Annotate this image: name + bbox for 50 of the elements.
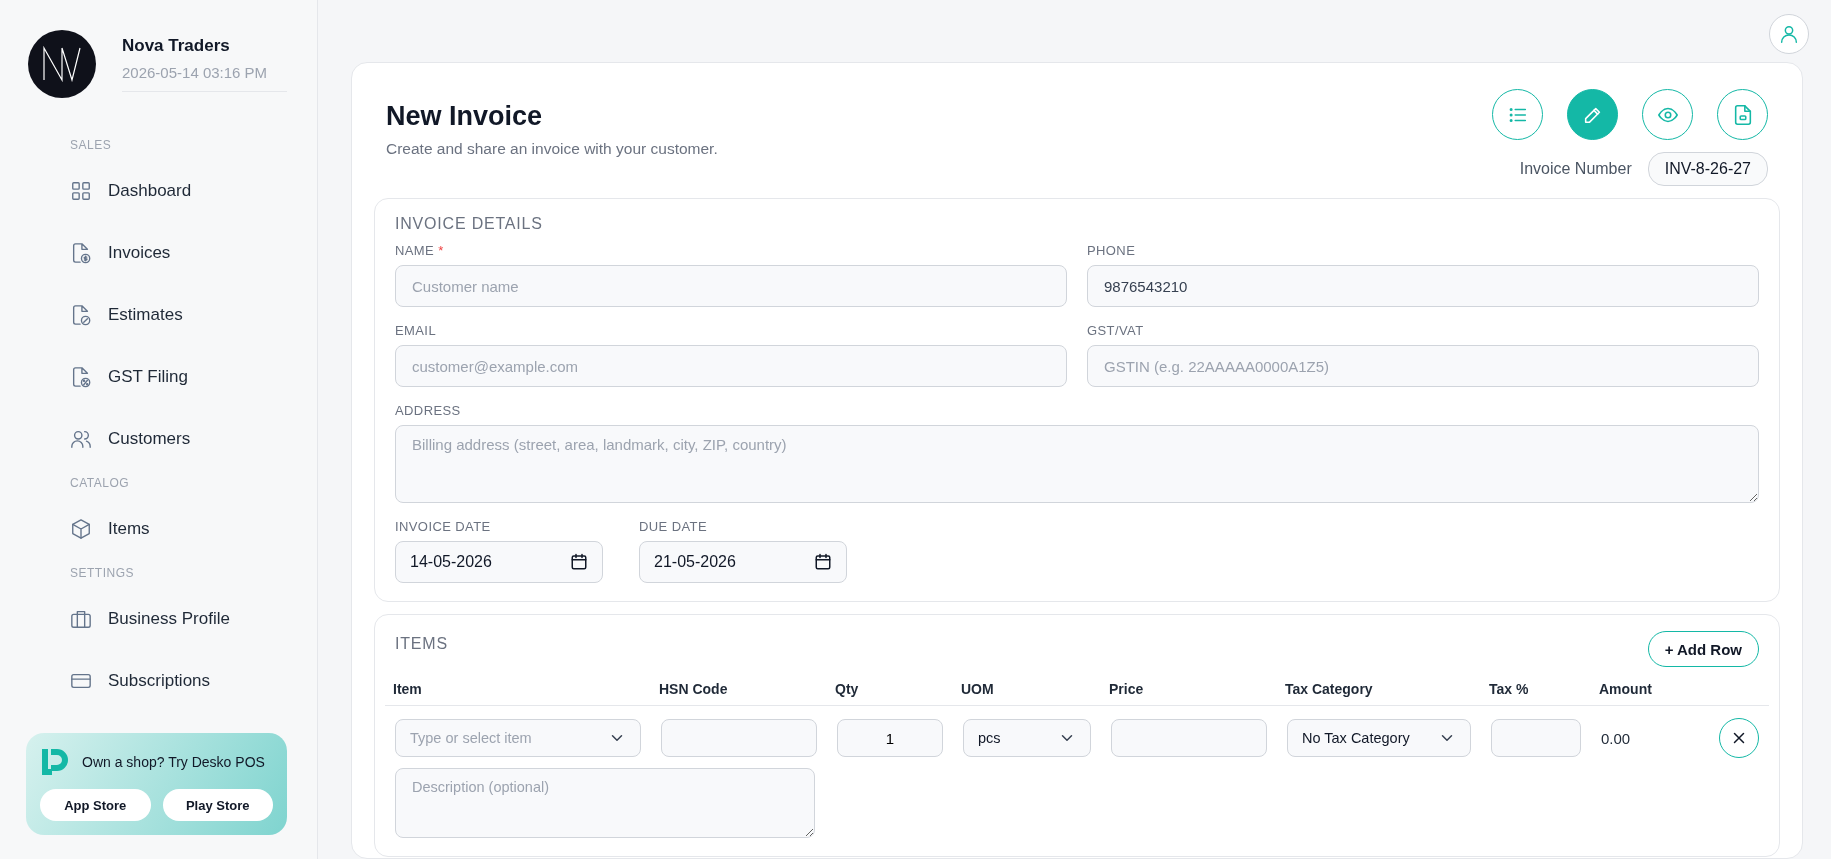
field-label: NAME * [395,243,445,258]
field-label: DUE DATE [639,519,708,534]
sidebar-item[interactable]: Customers [70,408,317,470]
field-label: PHONE [1087,243,1137,258]
amount: 0.00 [1601,729,1632,747]
sidebar-item[interactable]: Estimates [70,284,317,346]
field-label: EMAIL [395,323,437,338]
invoice-number: INV-8-26-27 [1647,152,1768,186]
address-field[interactable]: Billing address (street, area, landmark, city, ZIP, country) [395,425,1759,503]
input-field[interactable]: GSTIN (e.g. 22AAAAA0000A1Z5) [1087,345,1759,387]
promo-text: Own a shop? Try Desko POS [82,754,265,770]
business-name: Nova Traders [122,36,231,56]
tax-category-select[interactable]: No Tax Category [1287,719,1471,757]
store-button[interactable]: Play Store [162,789,273,821]
description-field[interactable]: Description (optional) [395,768,815,838]
section-title: INVOICE DETAILS [395,215,544,233]
field-label: INVOICE DATE [395,519,492,534]
store-button[interactable]: App Store [40,789,151,821]
column-header: HSN Code [659,681,729,697]
column-header: Price [1109,681,1145,697]
field-label: GST/VAT [1087,323,1145,338]
input-field[interactable]: customer@example.com [395,345,1067,387]
input-field[interactable]: Customer name [395,265,1067,307]
sidebar-item[interactable]: Items [70,498,317,560]
column-header: UOM [961,681,995,697]
uom-select[interactable]: pcs [963,719,1091,757]
invoice-number-label: Invoice Number [1519,160,1632,178]
sidebar-item[interactable]: Business Profile [70,588,317,650]
page-title: New Invoice [386,101,544,132]
section-title: ITEMS [395,635,448,653]
sidebar-item[interactable]: Subscriptions [70,650,317,712]
field-label: ADDRESS [395,403,462,418]
date-field[interactable]: 21-05-2026 [639,541,847,583]
qty-field[interactable]: 1 [837,719,943,757]
section-heading: SALES [70,138,113,152]
timestamp: 2026-05-14 03:16 PM [122,64,287,92]
sidebar-item[interactable]: GST Filing [70,346,317,408]
column-header: Tax Category [1285,681,1374,697]
column-header: Amount [1599,681,1653,697]
sidebar-item[interactable]: Dashboard [70,160,317,222]
section-heading: SETTINGS [70,566,135,580]
page-subtitle: Create and share an invoice with your customer. [386,140,718,158]
column-header: Qty [835,681,860,697]
input-field[interactable]: 9876543210 [1087,265,1759,307]
date-field[interactable]: 14-05-2026 [395,541,603,583]
column-header: Item [393,681,423,697]
section-heading: CATALOG [70,476,131,490]
sidebar-item[interactable]: Invoices [70,222,317,284]
column-header: Tax % [1489,681,1530,697]
add-row-button[interactable]: + Add Row [1647,631,1759,667]
